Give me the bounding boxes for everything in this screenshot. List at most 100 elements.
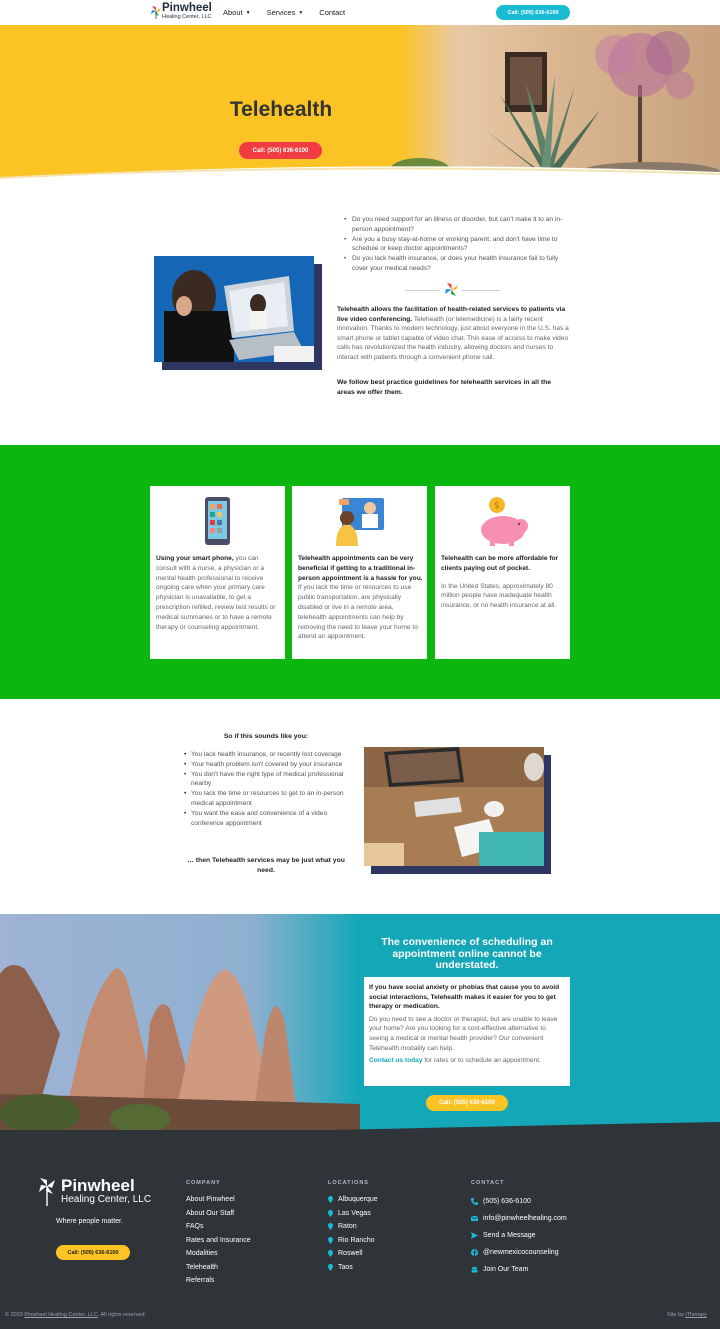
main-nav: About ▼ Services ▼ Contact xyxy=(223,8,345,17)
sounds-like-closing: … then Telehealth services may be just w… xyxy=(187,857,345,874)
hero-banner: Telehealth Call: (505) 636-6100 xyxy=(0,25,720,178)
nav-services-label: Services xyxy=(266,8,296,17)
footer-location-link[interactable]: Las Vegas xyxy=(328,1207,378,1221)
nav-about[interactable]: About ▼ xyxy=(223,8,251,17)
logo-title: Pinwheel xyxy=(162,2,212,14)
divider-right xyxy=(462,290,500,291)
benefit-card: $ Telehealth can be more affordable for … xyxy=(435,486,570,659)
convenience-section xyxy=(0,914,720,1137)
list-item: Are you a busy stay-at-home or working p… xyxy=(344,235,570,255)
map-pin-icon xyxy=(328,1250,333,1258)
chevron-down-icon: ▼ xyxy=(298,9,304,16)
intro-guidelines: We follow best practice guidelines for t… xyxy=(337,379,552,396)
site-header: Pinwheel Healing Center, LLC About ▼ Serv… xyxy=(0,0,720,25)
copyright: © 2023 Pinwheel Healing Center, LLC. All… xyxy=(5,1312,146,1318)
card-bold-text: Telehealth can be more affordable for cl… xyxy=(441,555,559,572)
footer-location-link[interactable]: Roswell xyxy=(328,1247,378,1261)
piggy-bank-icon: $ xyxy=(481,497,528,546)
location-label: Raton xyxy=(338,1223,357,1231)
video-meeting-desk-photo xyxy=(364,747,544,866)
map-pin-icon xyxy=(328,1223,333,1231)
convenience-text: Do you need to see a doctor or therapist… xyxy=(369,1015,558,1052)
map-pin-icon xyxy=(328,1209,333,1217)
list-item: Do you lack health insurance, or does yo… xyxy=(344,254,570,274)
sounds-like-list: You lack health insurance, or recently l… xyxy=(184,750,354,828)
location-label: Las Vegas xyxy=(338,1209,371,1217)
map-pin-icon xyxy=(328,1196,333,1204)
location-label: Roswell xyxy=(338,1250,363,1258)
footer-link[interactable]: Rates and Insurance xyxy=(186,1234,251,1248)
footer-link[interactable]: Telehealth xyxy=(186,1261,251,1275)
divider-left xyxy=(405,290,439,291)
nav-services[interactable]: Services ▼ xyxy=(267,8,304,17)
footer-link[interactable]: Referrals xyxy=(186,1274,251,1288)
hero-bottom-wave xyxy=(0,166,720,185)
chevron-down-icon: ▼ xyxy=(245,9,251,16)
pinwheel-divider-icon xyxy=(445,283,458,296)
footer-link[interactable]: About Pinwheel xyxy=(186,1193,251,1207)
team-icon xyxy=(471,1266,478,1273)
contact-label: (505) 636-6100 xyxy=(483,1198,531,1205)
convenience-call-button[interactable]: Call: (505) 636-6100 xyxy=(426,1095,508,1111)
nav-contact[interactable]: Contact xyxy=(319,8,345,17)
card-spacer xyxy=(441,574,566,582)
footer-location-link[interactable]: Taos xyxy=(328,1261,378,1275)
sounds-like-title: So if this sounds like you: xyxy=(223,733,309,740)
list-item: Your health problem isn't covered by you… xyxy=(184,760,354,770)
convenience-box: If you have social anxiety or phobias th… xyxy=(364,977,570,1086)
location-label: Taos xyxy=(338,1263,353,1271)
site-logo[interactable]: Pinwheel Healing Center, LLC xyxy=(150,2,212,20)
facebook-icon xyxy=(471,1249,478,1256)
logo-subtitle: Healing Center, LLC xyxy=(162,13,212,20)
footer-link[interactable]: Modalities xyxy=(186,1247,251,1261)
footer-location-link[interactable]: Raton xyxy=(328,1220,378,1234)
site-credit: Site by iTherapy xyxy=(667,1312,707,1318)
footer-link[interactable]: About Our Staff xyxy=(186,1207,251,1221)
pinwheel-logo-icon xyxy=(151,5,161,19)
tent-rocks-photo xyxy=(0,914,360,1137)
card-bold-text: Using your smart phone, xyxy=(156,555,234,562)
footer-contact-message[interactable]: Send a Message xyxy=(471,1227,567,1244)
contact-label: info@pinwheelhealing.com xyxy=(483,1215,567,1222)
footer-contact-email[interactable]: info@pinwheelhealing.com xyxy=(471,1210,567,1227)
copyright-link[interactable]: Pinwheel Healing Center, LLC xyxy=(24,1312,97,1318)
list-item: Do you need support for an illness or di… xyxy=(344,215,570,235)
site-by-link[interactable]: iTherapy xyxy=(685,1312,706,1318)
contact-us-link[interactable]: Contact us today xyxy=(369,1057,423,1064)
footer-contact-column: CONTACT (505) 636-6100 info@pinwheelheal… xyxy=(471,1180,567,1278)
hero-call-button[interactable]: Call: (505) 636-6100 xyxy=(239,142,322,159)
location-label: Rio Rancho xyxy=(338,1236,375,1244)
location-label: Albuquerque xyxy=(338,1196,378,1204)
copyright-prefix: © 2023 xyxy=(5,1312,25,1318)
contact-label: Send a Message xyxy=(483,1232,536,1239)
copyright-suffix: . All rights reserved. xyxy=(97,1312,147,1318)
email-icon xyxy=(471,1215,478,1221)
footer-logo-title: Pinwheel xyxy=(61,1176,135,1195)
benefit-card: Using your smart phone, you can consult … xyxy=(150,486,285,659)
contact-label: @newmexicocounseling xyxy=(483,1249,559,1256)
footer-contact-facebook[interactable]: @newmexicocounseling xyxy=(471,1244,567,1261)
convenience-heading: The convenience of scheduling an appoint… xyxy=(381,936,553,971)
convenience-cta-text: Contact us today for rates or to schedul… xyxy=(369,1056,565,1066)
pinwheel-logo-icon xyxy=(39,1178,55,1206)
contact-label: Join Our Team xyxy=(483,1266,529,1273)
footer-call-button[interactable]: Call: (505) 636-6100 xyxy=(56,1245,130,1260)
list-item: You don't have the right type of medical… xyxy=(184,770,354,790)
footer-link[interactable]: FAQs xyxy=(186,1220,251,1234)
convenience-cta-rest: for rates or to schedule an appointment. xyxy=(422,1057,541,1065)
footer-location-link[interactable]: Rio Rancho xyxy=(328,1234,378,1248)
header-call-button[interactable]: Call: (505) 636-6100 xyxy=(496,5,570,20)
nav-contact-label: Contact xyxy=(319,8,346,17)
message-icon xyxy=(471,1232,478,1239)
card-text: If you lack the time or resources to use… xyxy=(298,584,418,641)
video-consult-icon xyxy=(336,498,384,546)
map-pin-icon xyxy=(328,1236,333,1244)
footer-logo-subtitle: Healing Center, LLC xyxy=(61,1194,152,1205)
footer-contact-phone[interactable]: (505) 636-6100 xyxy=(471,1193,567,1210)
nav-about-label: About xyxy=(223,8,243,17)
footer-logo[interactable]: Pinwheel Healing Center, LLC xyxy=(37,1176,151,1206)
video-call-illustration xyxy=(154,256,314,362)
phone-icon xyxy=(471,1198,478,1205)
footer-location-link[interactable]: Albuquerque xyxy=(328,1193,378,1207)
footer-contact-team[interactable]: Join Our Team xyxy=(471,1261,567,1278)
